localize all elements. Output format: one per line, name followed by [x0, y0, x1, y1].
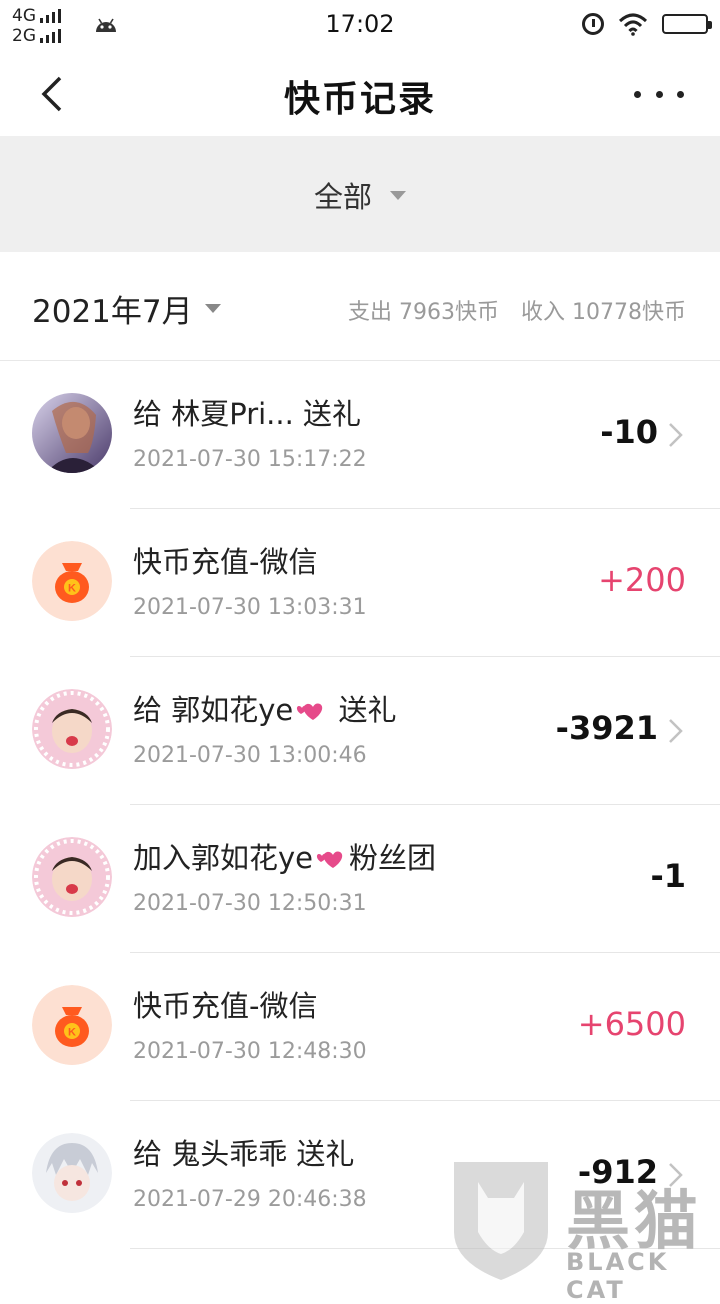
avatar [32, 393, 112, 473]
record-title: 给 鬼头乖乖 送礼 [133, 1137, 355, 1171]
filter-dropdown[interactable]: 全部 [0, 174, 720, 216]
record-time: 2021-07-30 13:03:31 [133, 595, 367, 620]
page-title: 快币记录 [283, 79, 436, 120]
heart-emoji-icon [297, 703, 323, 720]
wifi-icon [618, 13, 648, 36]
filter-label: 全部 [313, 180, 372, 214]
record-time: 2021-07-30 15:17:22 [133, 447, 367, 472]
alarm-icon [582, 13, 604, 35]
chevron-right-icon [669, 719, 683, 743]
avatar: K [32, 541, 112, 621]
month-summary: 支出 7963快币 收入 10778快币 [348, 294, 686, 326]
list-item[interactable]: K 快币充值-微信 2021-07-30 12:48:30 +6500 [0, 953, 720, 1101]
record-time: 2021-07-30 12:48:30 [133, 1039, 367, 1064]
avatar [32, 1133, 112, 1213]
month-header: 2021年7月 支出 7963快币 收入 10778快币 [0, 252, 720, 361]
record-time: 2021-07-30 12:50:31 [133, 891, 367, 916]
record-title: 加入郭如花ye 粉丝团 [133, 835, 436, 877]
coin-bag-icon: K [32, 541, 112, 621]
avatar: K [32, 985, 112, 1065]
avatar [32, 837, 112, 917]
income-summary: 收入 10778快币 [521, 300, 686, 325]
month-selector[interactable]: 2021年7月 [32, 286, 221, 331]
watermark-en: BLACK CAT [566, 1248, 670, 1304]
record-amount: +200 [598, 561, 686, 599]
record-title: 快币充值-微信 [133, 545, 318, 579]
heart-emoji-icon [316, 851, 343, 868]
record-amount: -10 [600, 413, 658, 451]
avatar [32, 689, 112, 769]
record-amount: -1 [650, 857, 686, 895]
record-title-suffix: 粉丝团 [349, 841, 437, 875]
nav-bar: 快币记录 [0, 52, 720, 136]
record-time: 2021-07-30 13:00:46 [133, 743, 367, 768]
filter-bar: 全部 [0, 136, 720, 252]
status-bar: 4G 2G 17:02 [0, 0, 720, 52]
month-label: 2021年7月 [32, 294, 193, 330]
record-title-suffix: 送礼 [329, 693, 397, 727]
dropdown-triangle-icon [204, 304, 221, 313]
svg-text:K: K [68, 583, 76, 595]
list-item[interactable]: K 快币充值-微信 2021-07-30 13:03:31 +200 [0, 509, 720, 657]
coin-bag-icon: K [32, 985, 112, 1065]
list-item[interactable]: 给 林夏Pri... 送礼 2021-07-30 15:17:22 -10 [0, 361, 720, 509]
record-title: 快币充值-微信 [133, 989, 318, 1023]
records-list: 给 林夏Pri... 送礼 2021-07-30 15:17:22 -10 K … [0, 361, 720, 1249]
record-time: 2021-07-29 20:46:38 [133, 1187, 367, 1212]
chevron-right-icon [669, 423, 683, 447]
more-options-icon[interactable] [634, 74, 684, 114]
list-item[interactable]: 加入郭如花ye 粉丝团 2021-07-30 12:50:31 -1 [0, 805, 720, 953]
list-item[interactable]: 给 郭如花ye 送礼 2021-07-30 13:00:46 -3921 [0, 657, 720, 805]
battery-icon [662, 14, 712, 34]
record-title-prefix: 加入郭如花ye [133, 841, 314, 875]
record-amount: +6500 [577, 1005, 686, 1043]
record-title: 给 郭如花ye 送礼 [133, 687, 396, 729]
record-title-prefix: 给 郭如花ye [133, 693, 294, 727]
expense-summary: 支出 7963快币 [348, 300, 500, 325]
dropdown-triangle-icon [390, 190, 406, 200]
svg-text:K: K [68, 1027, 76, 1039]
record-title: 给 林夏Pri... 送礼 [133, 397, 362, 431]
record-amount: -3921 [555, 709, 658, 747]
